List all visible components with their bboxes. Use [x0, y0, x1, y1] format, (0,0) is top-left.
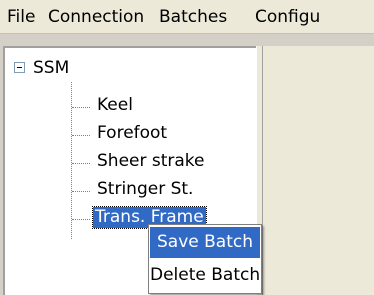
context-menu: Save Batch Delete Batch: [148, 224, 262, 294]
menu-batches[interactable]: Batches: [159, 8, 227, 27]
tree-connector: [72, 107, 90, 108]
tree-root-ssm[interactable]: SSM: [33, 59, 69, 78]
menu-file[interactable]: File: [7, 8, 35, 27]
tree-node-sheer-strake[interactable]: Sheer strake: [95, 151, 207, 172]
save-batch-menu-item[interactable]: Save Batch: [150, 227, 260, 258]
tree-connector: [72, 163, 90, 164]
tree-connector: [72, 219, 90, 220]
tree-connector: [72, 135, 90, 136]
collapse-icon[interactable]: [14, 62, 25, 73]
tree-node-stringer[interactable]: Stringer St.: [95, 179, 195, 200]
tree-node-forefoot[interactable]: Forefoot: [95, 123, 169, 144]
tree-connector-vertical: [71, 82, 72, 239]
menu-configuration[interactable]: Configu: [255, 8, 320, 27]
menu-bar: File Connection Batches Configu: [0, 0, 374, 34]
tree-node-keel[interactable]: Keel: [95, 95, 135, 116]
delete-batch-menu-item[interactable]: Delete Batch: [150, 260, 260, 291]
tree-connector: [72, 191, 90, 192]
detail-panel: [263, 46, 374, 295]
menu-connection[interactable]: Connection: [48, 8, 144, 27]
